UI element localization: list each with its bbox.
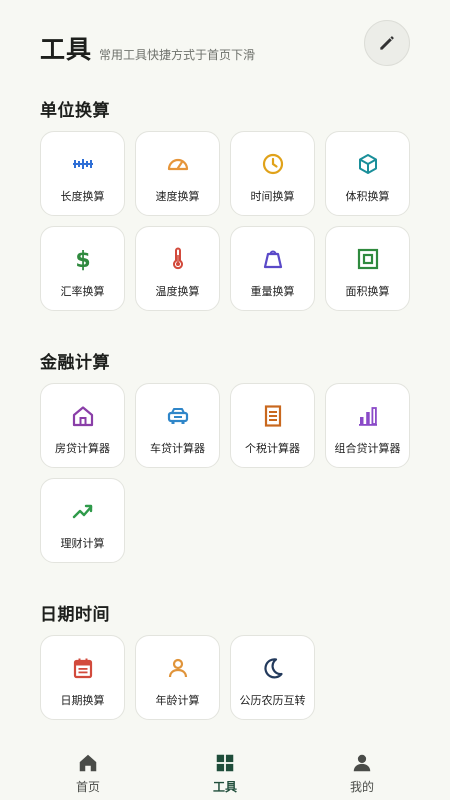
user-icon	[353, 754, 371, 772]
home-icon	[79, 754, 97, 772]
bottom-tab-bar: 首页 工具 我的	[20, 740, 430, 800]
calendar-icon	[73, 658, 92, 679]
tool-label: 体积换算	[345, 190, 390, 203]
tool-label: 长度换算	[60, 190, 105, 203]
tool-income-tax-calculator[interactable]: 个税计算器	[230, 383, 315, 468]
dollar-icon: $	[75, 248, 90, 271]
svg-text:$: $	[75, 248, 90, 271]
tool-car-loan-calculator[interactable]: 车贷计算器	[135, 383, 220, 468]
car-icon	[167, 408, 188, 424]
tool-weight-conversion[interactable]: 重量换算	[230, 226, 315, 311]
person-icon	[168, 658, 187, 678]
receipt-icon	[264, 405, 281, 427]
tab-label: 首页	[75, 780, 100, 794]
page-header: 工具 常用工具快捷方式于首页下滑	[40, 20, 410, 68]
tool-label: 日期换算	[60, 694, 105, 707]
tool-label: 车贷计算器	[150, 442, 205, 455]
grid-icon	[216, 754, 234, 772]
tool-label: 年龄计算	[155, 694, 200, 707]
section-title-unit-conversion: 单位换算	[40, 101, 110, 121]
clock-icon	[262, 153, 283, 175]
area-square-icon	[357, 248, 378, 270]
section-title-finance: 金融计算	[40, 353, 110, 373]
tab-label: 我的	[349, 780, 374, 794]
tool-label: 重量换算	[250, 285, 295, 298]
page-title: 工具	[40, 35, 93, 64]
tab-label: 工具	[212, 780, 237, 794]
section-title-date-time: 日期时间	[40, 605, 110, 625]
weight-icon	[263, 250, 282, 269]
tool-label: 时间换算	[250, 190, 295, 203]
tool-label: 温度换算	[155, 285, 200, 298]
tool-label: 房贷计算器	[55, 442, 110, 455]
tool-label: 个税计算器	[245, 442, 300, 455]
tool-temperature-conversion[interactable]: 温度换算	[135, 226, 220, 311]
tool-label: 组合贷计算器	[334, 442, 401, 455]
pencil-icon	[380, 36, 394, 50]
ruler-icon	[72, 159, 93, 169]
tool-investment-calculator[interactable]: 理财计算	[40, 478, 125, 563]
tool-area-conversion[interactable]: 面积换算	[325, 226, 410, 311]
tool-time-conversion[interactable]: 时间换算	[230, 131, 315, 216]
house-icon	[72, 406, 93, 427]
cube-icon	[358, 154, 377, 174]
tool-label: 公历农历互转	[239, 694, 306, 707]
tool-age-calculator[interactable]: 年龄计算	[135, 635, 220, 720]
tool-length-conversion[interactable]: 长度换算	[40, 131, 125, 216]
thermometer-icon	[172, 247, 183, 270]
trending-up-icon	[72, 504, 92, 519]
tool-mortgage-calculator[interactable]: 房贷计算器	[40, 383, 125, 468]
edit-button[interactable]	[364, 20, 410, 66]
tool-speed-conversion[interactable]: 速度换算	[135, 131, 220, 216]
tool-label: 面积换算	[345, 285, 390, 298]
tool-date-conversion[interactable]: 日期换算	[40, 635, 125, 720]
page-subtitle: 常用工具快捷方式于首页下滑	[99, 48, 256, 62]
tool-combined-loan-calculator[interactable]: 组合贷计算器	[325, 383, 410, 468]
tab-home[interactable]: 首页	[20, 740, 156, 800]
moon-icon	[263, 658, 283, 679]
tool-volume-conversion[interactable]: 体积换算	[325, 131, 410, 216]
tool-label: 速度换算	[155, 190, 200, 203]
tool-lunar-solar-conversion[interactable]: 公历农历互转	[230, 635, 315, 720]
speedometer-icon	[167, 158, 188, 171]
tab-profile[interactable]: 我的	[294, 740, 430, 800]
tool-label: 汇率换算	[60, 285, 105, 298]
tool-label: 理财计算	[60, 537, 105, 550]
bar-chart-icon	[358, 407, 377, 426]
tool-currency-conversion[interactable]: $ 汇率换算	[40, 226, 125, 311]
tools-page: 工具 常用工具快捷方式于首页下滑 单位换算 长度换算 速度换算 时间换算 体积换…	[0, 0, 450, 800]
tab-tools[interactable]: 工具	[157, 740, 293, 800]
